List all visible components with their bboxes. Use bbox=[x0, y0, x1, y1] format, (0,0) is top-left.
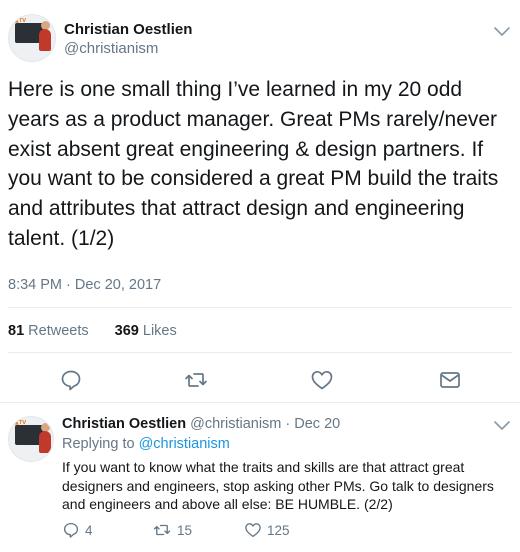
reply-icon[interactable] bbox=[59, 368, 83, 392]
reply-reply-button[interactable]: 4 bbox=[62, 520, 93, 540]
replying-to: Replying to @christianism bbox=[62, 436, 230, 452]
replying-to-link[interactable]: @christianism bbox=[139, 436, 230, 452]
like-count: 125 bbox=[267, 522, 290, 538]
tweet-timestamp[interactable]: 8:34 PM · Dec 20, 2017 bbox=[8, 277, 161, 293]
reply-author-name[interactable]: Christian Oestlien bbox=[62, 416, 186, 432]
retweet-icon[interactable] bbox=[184, 368, 208, 392]
tweet-stats: 81 Retweets 369 Likes bbox=[8, 323, 199, 339]
retweet-count: 15 bbox=[177, 522, 193, 538]
reply-meta[interactable]: @christianism · Dec 20 bbox=[190, 416, 340, 432]
reply-text: If you want to know what the traits and … bbox=[62, 459, 494, 512]
reply-like-button[interactable]: 125 bbox=[244, 520, 290, 540]
avatar[interactable]: ▲TV bbox=[8, 14, 56, 62]
author-handle[interactable]: @christianism bbox=[64, 40, 158, 57]
reply-icon bbox=[63, 522, 79, 538]
author-name[interactable]: Christian Oestlien bbox=[64, 21, 192, 38]
reply-retweet-button[interactable]: 15 bbox=[152, 520, 192, 540]
reply-tweet[interactable]: ▲TV Christian Oestlien @christianism · D… bbox=[0, 403, 520, 552]
likes-stat[interactable]: 369 Likes bbox=[115, 323, 177, 339]
chevron-down-icon[interactable] bbox=[492, 24, 512, 38]
reply-author-line: Christian Oestlien @christianism · Dec 2… bbox=[62, 416, 340, 432]
message-icon[interactable] bbox=[438, 368, 462, 392]
replying-prefix: Replying to bbox=[62, 436, 135, 452]
retweet-icon bbox=[153, 524, 171, 536]
like-icon bbox=[245, 523, 261, 538]
retweets-stat[interactable]: 81 Retweets bbox=[8, 323, 89, 339]
like-icon[interactable] bbox=[310, 368, 334, 392]
divider bbox=[8, 352, 512, 353]
avatar[interactable]: ▲TV bbox=[8, 416, 54, 462]
divider bbox=[8, 307, 512, 308]
main-tweet: ▲TV Christian Oestlien @christianism Her… bbox=[0, 0, 520, 402]
chevron-down-icon[interactable] bbox=[492, 418, 512, 432]
tweet-text: Here is one small thing I’ve learned in … bbox=[8, 78, 499, 250]
reply-count: 4 bbox=[85, 522, 93, 538]
